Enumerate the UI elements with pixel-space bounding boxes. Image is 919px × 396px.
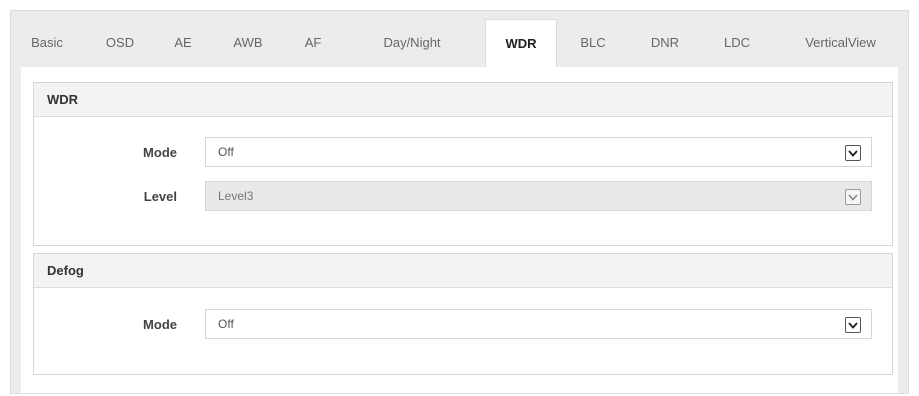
wdr-level-value: Level3 [218, 189, 254, 203]
wdr-panel-title: WDR [34, 83, 892, 117]
defog-mode-label: Mode [143, 316, 177, 332]
wdr-level-select: Level3 [205, 181, 872, 211]
tab-day-night[interactable]: Day/Night [339, 11, 485, 67]
tab-content: WDR Mode Off Level Level3 Defog Mode Off [21, 67, 898, 393]
tab-af[interactable]: AF [287, 11, 339, 67]
defog-mode-value: Off [218, 317, 234, 331]
chevron-down-icon[interactable] [845, 317, 861, 333]
chevron-down-icon [845, 189, 861, 205]
tab-basic[interactable]: Basic [11, 11, 83, 67]
defog-mode-row: Mode Off [34, 309, 894, 339]
tab-ldc[interactable]: LDC [701, 11, 773, 67]
wdr-mode-row: Mode Off [34, 137, 894, 167]
defog-panel-title: Defog [34, 254, 892, 288]
tab-verticalview[interactable]: VerticalView [773, 11, 908, 67]
settings-frame: Basic OSD AE AWB AF Day/Night WDR BLC DN… [10, 10, 909, 394]
wdr-mode-select[interactable]: Off [205, 137, 872, 167]
defog-panel: Defog Mode Off [33, 253, 893, 375]
wdr-level-row: Level Level3 [34, 181, 894, 211]
tab-wdr[interactable]: WDR [485, 19, 557, 67]
tab-blc[interactable]: BLC [557, 11, 629, 67]
tab-bar: Basic OSD AE AWB AF Day/Night WDR BLC DN… [11, 11, 908, 67]
chevron-down-icon[interactable] [845, 145, 861, 161]
tab-awb[interactable]: AWB [209, 11, 287, 67]
tab-ae[interactable]: AE [157, 11, 209, 67]
wdr-mode-label: Mode [143, 144, 177, 160]
wdr-level-label: Level [143, 188, 177, 204]
wdr-mode-value: Off [218, 145, 234, 159]
defog-mode-select[interactable]: Off [205, 309, 872, 339]
wdr-panel: WDR Mode Off Level Level3 [33, 82, 893, 246]
tab-osd[interactable]: OSD [83, 11, 157, 67]
tab-dnr[interactable]: DNR [629, 11, 701, 67]
